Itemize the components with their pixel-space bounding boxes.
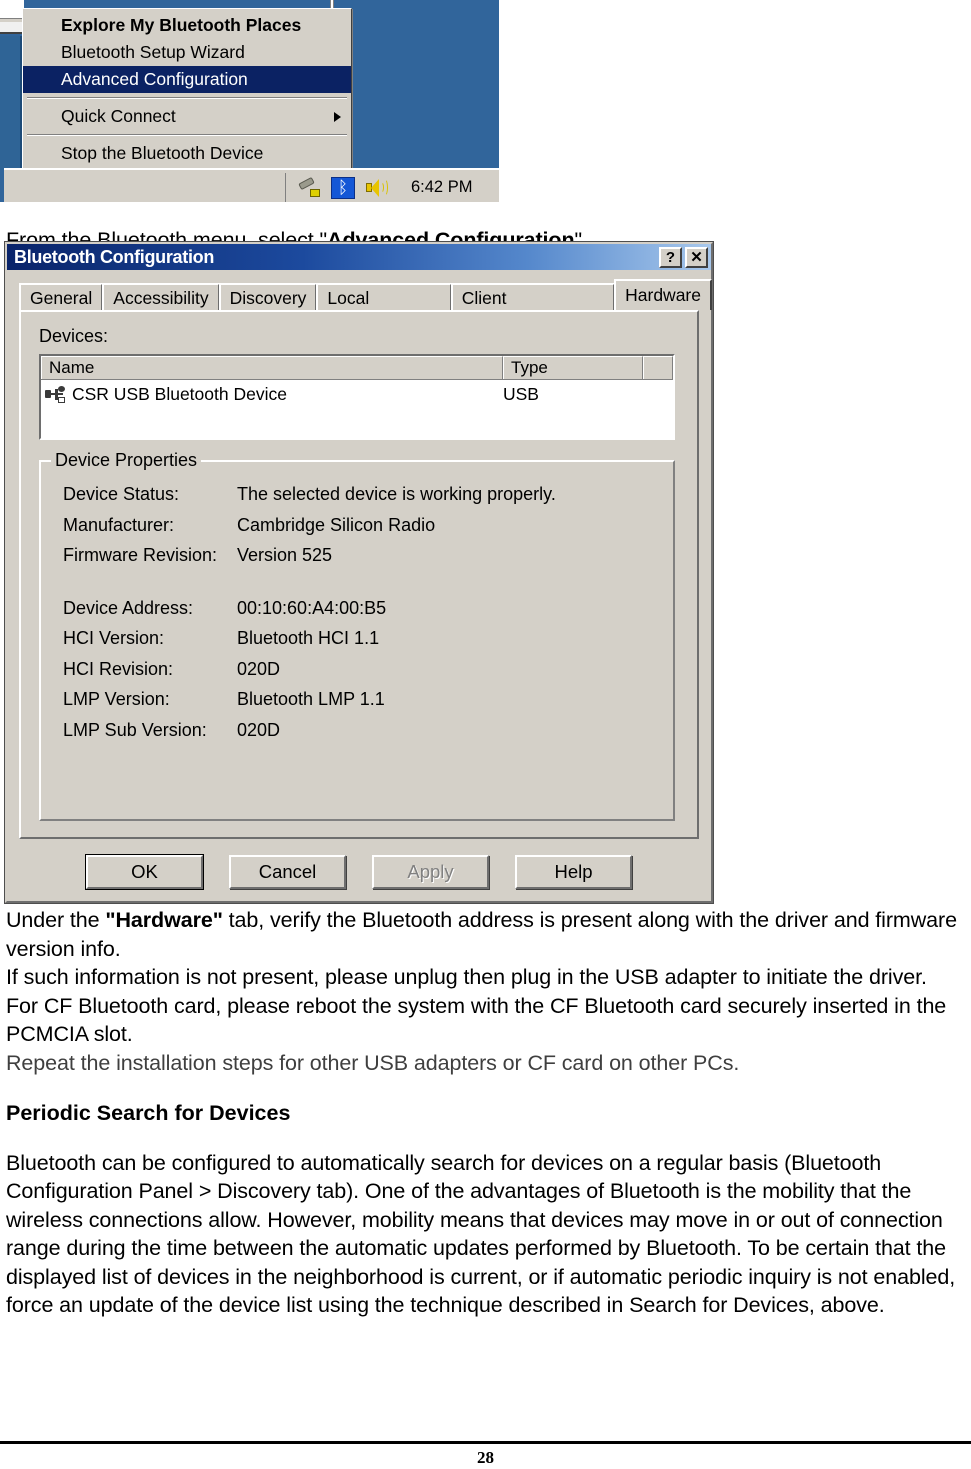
background-desktop-strip [0, 36, 22, 170]
paragraph-repeat-install: Repeat the installation steps for other … [6, 1050, 740, 1075]
property-label: Firmware Revision: [63, 545, 218, 565]
paragraph-periodic-search-body: Bluetooth can be configured to automatic… [6, 1150, 956, 1318]
help-button-bottom[interactable]: Help [515, 855, 632, 889]
property-hci-version: HCI Version: Bluetooth HCI 1.1 [63, 628, 663, 659]
device-properties-rows: Device Status: The selected device is wo… [63, 484, 663, 750]
background-window-body [0, 22, 24, 34]
close-icon[interactable]: ✕ [685, 246, 708, 268]
menu-item-label: Explore My Bluetooth Places [61, 15, 302, 35]
bluetooth-context-menu[interactable]: Explore My Bluetooth Places Bluetooth Se… [22, 8, 352, 173]
device-properties-legend: Device Properties [51, 450, 202, 471]
cable-connector [310, 188, 320, 197]
property-value: 020D [237, 658, 281, 679]
property-spacer [63, 576, 663, 598]
bluetooth-icon[interactable]: ᛒ [331, 176, 355, 199]
tab-strip[interactable]: General Accessibility Discovery Local Se… [19, 279, 712, 334]
submenu-arrow-icon [334, 111, 341, 122]
ok-button[interactable]: OK [85, 854, 204, 890]
dialog-title: Bluetooth Configuration [14, 246, 215, 267]
property-value: The selected device is working properly. [237, 484, 556, 504]
windows-taskbar: ᛒ 6:42 PM [4, 168, 499, 202]
paragraph-unplug-usb: If such information is not present, plea… [6, 965, 927, 989]
menu-item-label: Quick Connect [61, 106, 176, 126]
menu-item-stop-the-bluetooth-device[interactable]: Stop the Bluetooth Device [23, 140, 351, 167]
property-label: Device Address: [63, 597, 194, 618]
menu-separator [27, 134, 347, 136]
tab-accessibility[interactable]: Accessibility [102, 283, 220, 310]
property-firmware-revision: Firmware Revision: Version 525 [63, 545, 663, 576]
tab-discovery[interactable]: Discovery [218, 283, 318, 310]
property-label: HCI Revision: [63, 658, 174, 679]
page-number: 28 [477, 1448, 494, 1467]
instruction-text-block: Under the "Hardware" tab, verify the Blu… [6, 906, 968, 1320]
column-header-type[interactable]: Type [503, 356, 643, 379]
tab-client-applications[interactable]: Client Applications [450, 283, 616, 334]
background-window-top [0, 0, 24, 18]
property-hci-revision: HCI Revision: 020D [63, 659, 663, 690]
tab-local-services[interactable]: Local Services [316, 283, 452, 334]
device-name-text: CSR USB Bluetooth Device [72, 383, 287, 404]
property-value: 020D [237, 719, 281, 740]
menu-item-quick-connect[interactable]: Quick Connect [23, 103, 351, 130]
document-page: Explore My Bluetooth Places Bluetooth Se… [0, 0, 971, 1469]
taskbar-clock[interactable]: 6:42 PM [411, 178, 472, 197]
bluetooth-glyph: ᛒ [337, 177, 349, 198]
column-header-spacer [643, 356, 673, 379]
property-label: Manufacturer: [63, 514, 175, 535]
paragraph-hardware-tab: Under the "Hardware" tab, verify the Blu… [6, 906, 968, 963]
menu-item-label: Stop the Bluetooth Device [61, 143, 264, 163]
property-label: Device Status: [63, 484, 180, 504]
footer-divider [0, 1441, 971, 1444]
property-value: 00:10:60:A4:00:B5 [237, 597, 387, 618]
volume-speaker-icon[interactable] [364, 177, 388, 199]
devices-label: Devices: [39, 326, 109, 346]
cancel-button[interactable]: Cancel [229, 855, 346, 889]
help-button[interactable]: ? [659, 246, 682, 268]
speaker-cone [371, 178, 379, 197]
paragraph-cf-card-reboot: For CF Bluetooth card, please reboot the… [6, 993, 947, 1047]
heading-periodic-search-for-devices: Periodic Search for Devices [6, 1100, 291, 1125]
property-label: HCI Version: [63, 628, 165, 648]
device-name-cell: CSR USB Bluetooth Device [41, 384, 503, 405]
p1-part-a: Under the [6, 908, 106, 932]
property-value: Bluetooth HCI 1.1 [237, 628, 380, 648]
usb-device-icon [45, 385, 66, 404]
bluetooth-tray-menu-screenshot: Explore My Bluetooth Places Bluetooth Se… [0, 0, 499, 202]
property-value: Cambridge Silicon Radio [237, 514, 436, 535]
property-device-address: Device Address: 00:10:60:A4:00:B5 [63, 598, 663, 629]
device-properties-group: Device Properties Device Status: The sel… [39, 450, 675, 821]
system-tray: ᛒ 6:42 PM [285, 173, 499, 202]
menu-item-explore-my-bluetooth-places[interactable]: Explore My Bluetooth Places [23, 12, 351, 39]
column-header-name[interactable]: Name [41, 356, 503, 379]
device-type-cell: USB [503, 383, 539, 404]
menu-separator [27, 97, 347, 99]
property-lmp-sub-version: LMP Sub Version: 020D [63, 720, 663, 751]
property-manufacturer: Manufacturer: Cambridge Silicon Radio [63, 515, 663, 546]
dialog-title-bar[interactable]: Bluetooth Configuration ? ✕ [7, 244, 711, 270]
menu-item-label: Bluetooth Setup Wizard [61, 42, 245, 62]
menu-item-advanced-configuration[interactable]: Advanced Configuration [23, 66, 351, 93]
menu-item-label: Advanced Configuration [61, 69, 248, 89]
menu-item-bluetooth-setup-wizard[interactable]: Bluetooth Setup Wizard [23, 39, 351, 66]
property-device-status: Device Status: The selected device is wo… [63, 484, 663, 515]
device-list-header: Name Type [41, 356, 673, 380]
property-label: LMP Sub Version: [63, 719, 207, 740]
tab-general[interactable]: General [19, 283, 104, 310]
dialog-button-row: OK Cancel Apply Help [7, 854, 711, 890]
property-label: LMP Version: [63, 689, 170, 709]
table-row[interactable]: CSR USB Bluetooth Device USB [41, 380, 673, 408]
tab-hardware[interactable]: Hardware [614, 279, 712, 310]
p1-part-bold: "Hardware" [105, 908, 223, 932]
speaker-wave-outer [382, 178, 388, 196]
bluetooth-configuration-dialog-screenshot: Bluetooth Configuration ? ✕ General Acce… [4, 241, 714, 904]
cable-plug-icon[interactable] [298, 176, 322, 199]
apply-button: Apply [372, 855, 489, 889]
device-list-rows: CSR USB Bluetooth Device USB [41, 380, 673, 408]
property-lmp-version: LMP Version: Bluetooth LMP 1.1 [63, 689, 663, 720]
device-list[interactable]: Name Type CSR USB Bluetooth Device USB [39, 354, 675, 440]
property-value: Bluetooth LMP 1.1 [237, 689, 385, 709]
property-value: Version 525 [237, 545, 333, 565]
hardware-tab-panel: Devices: Name Type CSR USB Bluetooth Dev… [19, 310, 699, 839]
